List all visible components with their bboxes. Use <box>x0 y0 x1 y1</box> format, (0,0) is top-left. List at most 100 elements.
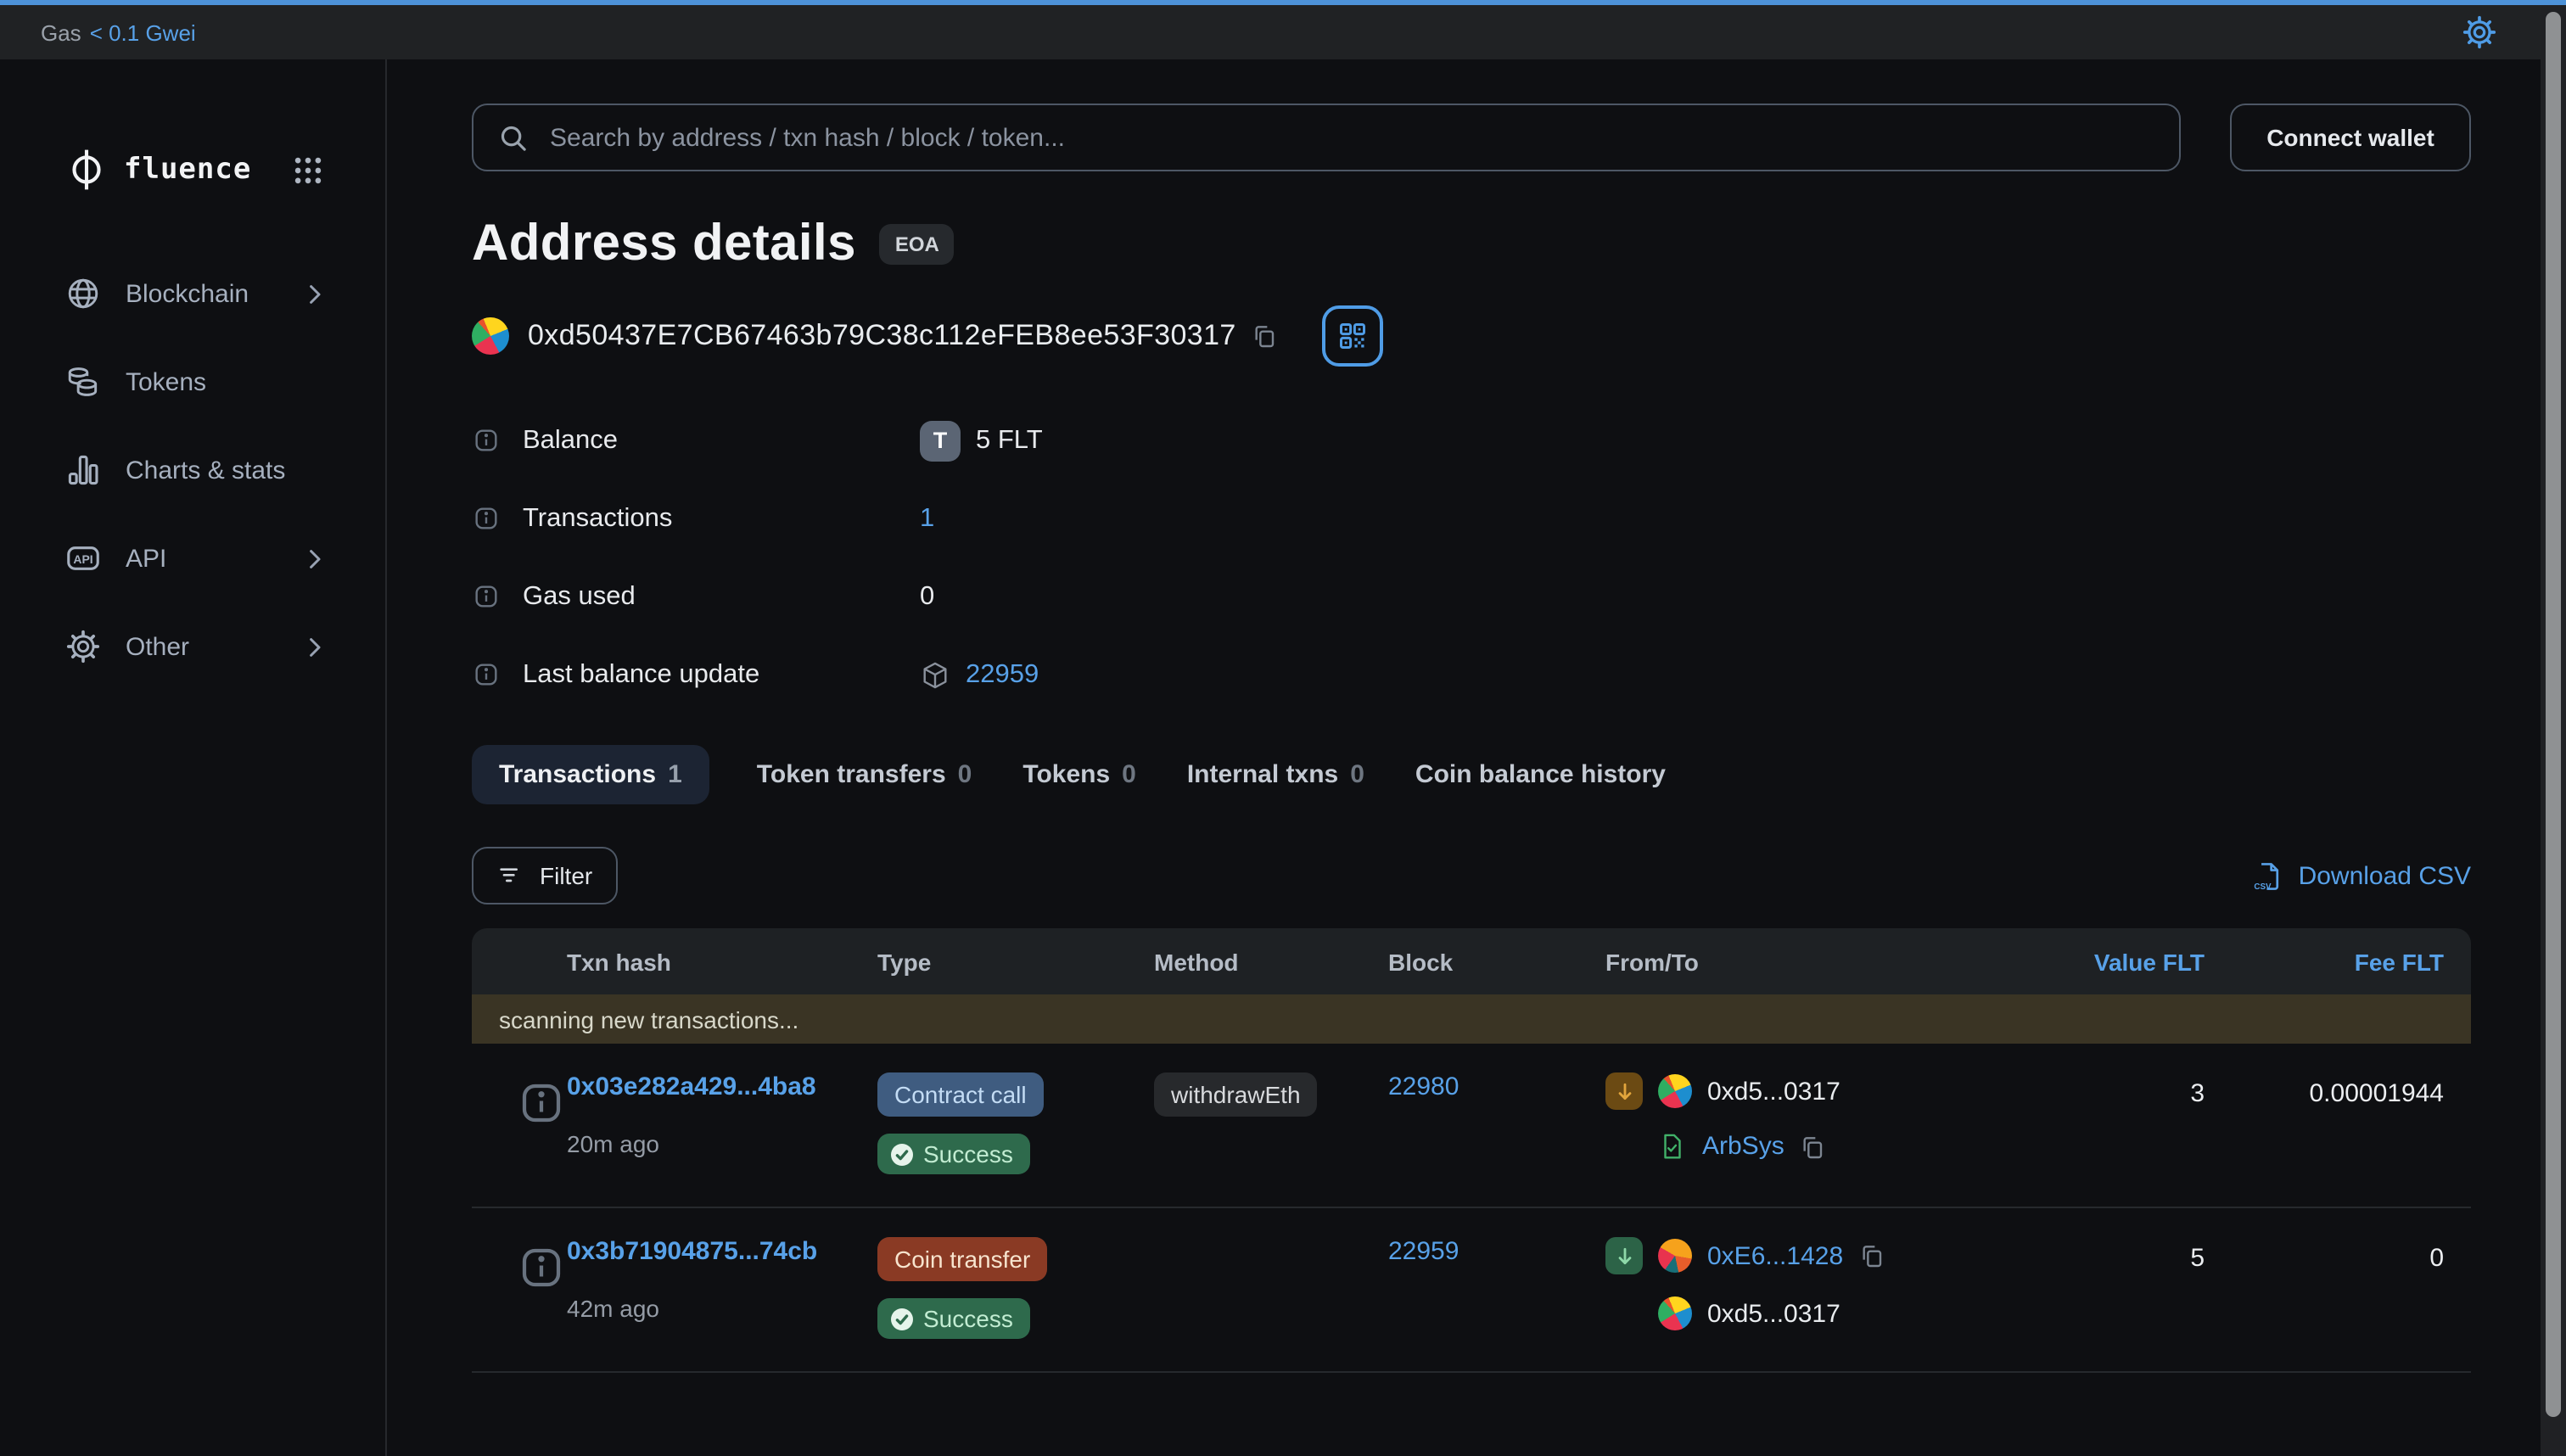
tab-token-transfers[interactable]: Token transfers 0 <box>754 745 976 804</box>
transactions-count-link[interactable]: 1 <box>920 503 934 534</box>
info-row-last-balance-update: Last balance update 22959 <box>472 652 2471 697</box>
gas-used-value: 0 <box>920 581 934 612</box>
column-header-txn-hash: Txn hash <box>567 948 877 975</box>
tab-bar: Transactions 1 Token transfers 0 Tokens … <box>472 745 2471 804</box>
sidebar-nav: Blockchain Tok <box>0 256 385 684</box>
tx-info-icon[interactable] <box>516 1078 567 1128</box>
gear-icon <box>64 628 102 665</box>
copy-icon[interactable] <box>1858 1242 1885 1269</box>
tab-internal-txns[interactable]: Internal txns 0 <box>1184 745 1368 804</box>
brand-name[interactable]: fluence <box>124 153 251 187</box>
column-header-fee-sort[interactable]: Fee FLT <box>2205 948 2471 975</box>
txn-fee: 0 <box>2205 1237 2471 1339</box>
address-info-list: Balance T 5 FLT Transactions <box>472 417 2471 697</box>
sidebar-item-tokens[interactable]: Tokens <box>14 344 372 419</box>
table-header: Txn hash Type Method Block From/To Value… <box>472 928 2471 994</box>
scrollbar-thumb[interactable] <box>2546 12 2561 1417</box>
tab-count: 0 <box>1350 760 1364 789</box>
column-header-value-sort[interactable]: Value FLT <box>2001 948 2205 975</box>
sidebar-item-api[interactable]: API API <box>14 521 372 596</box>
info-row-balance: Balance T 5 FLT <box>472 417 2471 463</box>
scanning-message: scanning new transactions... <box>499 1005 798 1033</box>
block-link[interactable]: 22959 <box>1388 1237 1459 1266</box>
block-link[interactable]: 22980 <box>1388 1072 1459 1101</box>
qr-code-button[interactable] <box>1323 305 1384 367</box>
block-cube-icon <box>920 659 950 690</box>
sidebar-item-blockchain[interactable]: Blockchain <box>14 256 372 331</box>
filter-icon <box>497 862 524 889</box>
gas-tracker[interactable]: Gas < 0.1 Gwei <box>41 20 196 45</box>
check-circle-icon <box>891 1308 913 1330</box>
to-avatar <box>1658 1296 1692 1330</box>
copy-icon[interactable] <box>1252 322 1279 350</box>
txn-hash-link[interactable]: 0x3b71904875...74cb <box>567 1237 877 1266</box>
txn-type-badge: Coin transfer <box>877 1237 1047 1281</box>
chevron-right-icon <box>302 634 328 659</box>
contract-icon <box>1658 1132 1687 1161</box>
download-csv-link[interactable]: CSV Download CSV <box>2253 860 2471 892</box>
info-hint-icon <box>472 660 501 689</box>
filter-label: Filter <box>540 862 592 889</box>
copy-icon[interactable] <box>1800 1133 1827 1160</box>
gas-label: Gas <box>41 20 81 45</box>
connect-wallet-button[interactable]: Connect wallet <box>2230 104 2471 171</box>
last-balance-update-block-link[interactable]: 22959 <box>966 659 1039 690</box>
to-contract-link[interactable]: ArbSys <box>1702 1132 1784 1161</box>
txn-method-badge: withdrawEth <box>1154 1072 1318 1117</box>
main-content: Connect wallet Address details EOA 0xd50… <box>387 59 2541 1456</box>
tab-tokens[interactable]: Tokens 0 <box>1019 745 1140 804</box>
txn-status-badge: Success <box>877 1134 1030 1174</box>
sidebar-item-label: Other <box>126 632 189 661</box>
info-hint-icon <box>472 426 501 455</box>
txn-age: 42m ago <box>567 1295 877 1322</box>
txn-status-badge: Success <box>877 1298 1030 1339</box>
balance-label: Balance <box>523 425 618 456</box>
svg-text:CSV: CSV <box>2255 882 2272 891</box>
gas-used-label: Gas used <box>523 581 636 612</box>
sidebar-item-charts-stats[interactable]: Charts & stats <box>14 433 372 507</box>
page: Gas < 0.1 Gwei <box>0 0 2566 1456</box>
txn-value: 3 <box>2001 1072 2205 1174</box>
chevron-right-icon <box>302 281 328 306</box>
direction-in-icon <box>1605 1237 1643 1274</box>
tab-label: Transactions <box>499 760 656 789</box>
txn-hash-link[interactable]: 0x03e282a429...4ba8 <box>567 1072 877 1101</box>
globe-icon <box>64 275 102 312</box>
address-hash: 0xd50437E7CB67463b79C38c112eFEB8ee53F303… <box>528 319 1236 353</box>
sidebar-item-label: API <box>126 544 166 573</box>
column-header-from-to: From/To <box>1605 948 2001 975</box>
txn-status-label: Success <box>923 1140 1013 1168</box>
tx-info-icon[interactable] <box>516 1242 567 1293</box>
txn-value: 5 <box>2001 1237 2205 1339</box>
from-address-link[interactable]: 0xE6...1428 <box>1707 1241 1843 1270</box>
token-icon: T <box>920 420 961 461</box>
direction-out-icon <box>1605 1072 1643 1110</box>
apps-grid-icon[interactable] <box>292 154 324 186</box>
column-header-method: Method <box>1154 948 1388 975</box>
sidebar-item-other[interactable]: Other <box>14 609 372 684</box>
fluence-logo-icon[interactable] <box>64 148 109 192</box>
search-input[interactable] <box>550 123 2155 152</box>
txn-age: 20m ago <box>567 1130 877 1157</box>
top-bar: Gas < 0.1 Gwei <box>0 5 2566 59</box>
tab-transactions[interactable]: Transactions 1 <box>472 745 709 804</box>
top-accent-line <box>0 0 2566 5</box>
coins-icon <box>64 363 102 400</box>
from-address: 0xd5...0317 <box>1707 1077 1840 1106</box>
sidebar-item-label: Blockchain <box>126 279 249 308</box>
download-csv-label: Download CSV <box>2299 861 2471 890</box>
filter-button[interactable]: Filter <box>472 847 618 904</box>
search-box <box>472 104 2181 171</box>
tab-label: Coin balance history <box>1415 760 1666 789</box>
to-address: 0xd5...0317 <box>1707 1299 1840 1328</box>
transaction-row: 0x3b71904875...74cb 42m ago Coin transfe… <box>472 1208 2471 1373</box>
tab-coin-balance-history[interactable]: Coin balance history <box>1412 745 1669 804</box>
address-avatar <box>472 317 509 355</box>
tab-label: Token transfers <box>757 760 946 789</box>
settings-gear-icon[interactable] <box>2461 14 2498 51</box>
sidebar-item-label: Charts & stats <box>126 456 285 484</box>
scanning-status-bar: scanning new transactions... <box>472 994 2471 1044</box>
page-title: Address details <box>472 216 856 273</box>
chevron-right-icon <box>302 546 328 571</box>
balance-value: 5 FLT <box>976 425 1043 456</box>
